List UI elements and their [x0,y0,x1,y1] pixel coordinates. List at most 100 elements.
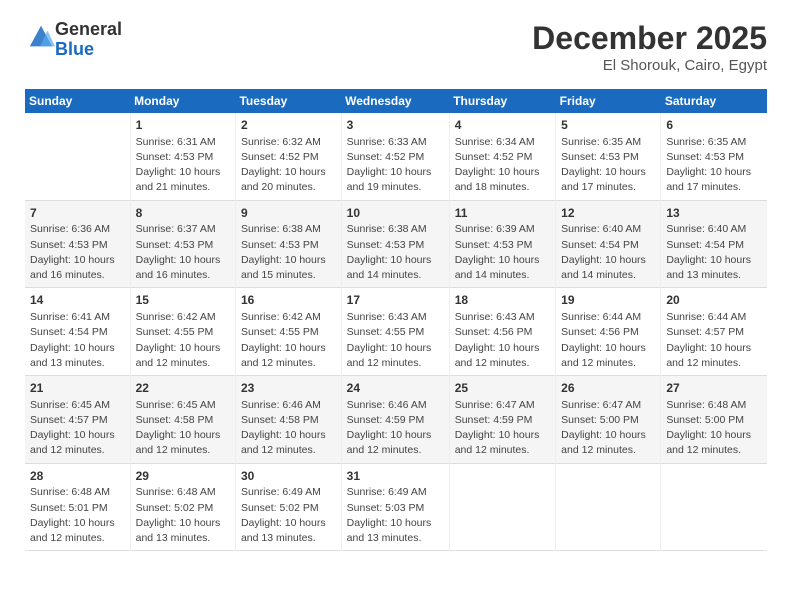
day-info: Sunrise: 6:49 AMSunset: 5:02 PMDaylight:… [241,485,336,546]
day-number: 2 [241,117,336,134]
day-number: 23 [241,380,336,397]
calendar-cell: 28Sunrise: 6:48 AMSunset: 5:01 PMDayligh… [25,463,130,551]
calendar-cell: 19Sunrise: 6:44 AMSunset: 4:56 PMDayligh… [556,288,661,376]
day-number: 13 [666,205,762,222]
day-number: 18 [455,292,550,309]
day-info: Sunrise: 6:34 AMSunset: 4:52 PMDaylight:… [455,135,550,196]
day-header-wednesday: Wednesday [341,89,449,113]
calendar-cell: 31Sunrise: 6:49 AMSunset: 5:03 PMDayligh… [341,463,449,551]
day-number: 22 [136,380,230,397]
day-info: Sunrise: 6:40 AMSunset: 4:54 PMDaylight:… [561,222,655,283]
calendar-cell: 10Sunrise: 6:38 AMSunset: 4:53 PMDayligh… [341,200,449,288]
day-info: Sunrise: 6:44 AMSunset: 4:56 PMDaylight:… [561,310,655,371]
logo-general: General [55,19,122,39]
day-header-monday: Monday [130,89,235,113]
day-number: 12 [561,205,655,222]
day-header-tuesday: Tuesday [235,89,341,113]
day-number: 27 [666,380,762,397]
day-number: 19 [561,292,655,309]
day-info: Sunrise: 6:47 AMSunset: 5:00 PMDaylight:… [561,398,655,459]
day-number: 10 [347,205,444,222]
calendar-cell: 11Sunrise: 6:39 AMSunset: 4:53 PMDayligh… [449,200,555,288]
day-info: Sunrise: 6:32 AMSunset: 4:52 PMDaylight:… [241,135,336,196]
day-info: Sunrise: 6:31 AMSunset: 4:53 PMDaylight:… [136,135,230,196]
day-header-saturday: Saturday [661,89,767,113]
calendar-cell: 17Sunrise: 6:43 AMSunset: 4:55 PMDayligh… [341,288,449,376]
calendar-cell: 12Sunrise: 6:40 AMSunset: 4:54 PMDayligh… [556,200,661,288]
day-number: 7 [30,205,125,222]
calendar-cell: 2Sunrise: 6:32 AMSunset: 4:52 PMDaylight… [235,113,341,200]
day-info: Sunrise: 6:49 AMSunset: 5:03 PMDaylight:… [347,485,444,546]
day-number: 5 [561,117,655,134]
day-info: Sunrise: 6:42 AMSunset: 4:55 PMDaylight:… [241,310,336,371]
location: El Shorouk, Cairo, Egypt [532,57,767,74]
day-info: Sunrise: 6:47 AMSunset: 4:59 PMDaylight:… [455,398,550,459]
calendar-cell: 15Sunrise: 6:42 AMSunset: 4:55 PMDayligh… [130,288,235,376]
day-number: 30 [241,468,336,485]
calendar-cell: 9Sunrise: 6:38 AMSunset: 4:53 PMDaylight… [235,200,341,288]
calendar-cell: 25Sunrise: 6:47 AMSunset: 4:59 PMDayligh… [449,376,555,464]
week-row-2: 7Sunrise: 6:36 AMSunset: 4:53 PMDaylight… [25,200,767,288]
day-number: 17 [347,292,444,309]
day-number: 9 [241,205,336,222]
day-info: Sunrise: 6:41 AMSunset: 4:54 PMDaylight:… [30,310,125,371]
calendar-cell: 3Sunrise: 6:33 AMSunset: 4:52 PMDaylight… [341,113,449,200]
calendar-header-row: SundayMondayTuesdayWednesdayThursdayFrid… [25,89,767,113]
day-number: 25 [455,380,550,397]
day-number: 26 [561,380,655,397]
calendar-cell: 27Sunrise: 6:48 AMSunset: 5:00 PMDayligh… [661,376,767,464]
calendar-cell: 5Sunrise: 6:35 AMSunset: 4:53 PMDaylight… [556,113,661,200]
calendar-cell: 29Sunrise: 6:48 AMSunset: 5:02 PMDayligh… [130,463,235,551]
day-info: Sunrise: 6:35 AMSunset: 4:53 PMDaylight:… [666,135,762,196]
day-info: Sunrise: 6:45 AMSunset: 4:58 PMDaylight:… [136,398,230,459]
week-row-5: 28Sunrise: 6:48 AMSunset: 5:01 PMDayligh… [25,463,767,551]
title-block: December 2025 El Shorouk, Cairo, Egypt [532,20,767,74]
day-info: Sunrise: 6:38 AMSunset: 4:53 PMDaylight:… [347,222,444,283]
calendar-cell: 30Sunrise: 6:49 AMSunset: 5:02 PMDayligh… [235,463,341,551]
day-number: 24 [347,380,444,397]
day-info: Sunrise: 6:44 AMSunset: 4:57 PMDaylight:… [666,310,762,371]
calendar-cell: 22Sunrise: 6:45 AMSunset: 4:58 PMDayligh… [130,376,235,464]
week-row-4: 21Sunrise: 6:45 AMSunset: 4:57 PMDayligh… [25,376,767,464]
calendar-cell: 20Sunrise: 6:44 AMSunset: 4:57 PMDayligh… [661,288,767,376]
day-number: 14 [30,292,125,309]
calendar-cell: 24Sunrise: 6:46 AMSunset: 4:59 PMDayligh… [341,376,449,464]
day-info: Sunrise: 6:43 AMSunset: 4:56 PMDaylight:… [455,310,550,371]
day-header-friday: Friday [556,89,661,113]
day-header-sunday: Sunday [25,89,130,113]
day-info: Sunrise: 6:40 AMSunset: 4:54 PMDaylight:… [666,222,762,283]
day-number: 21 [30,380,125,397]
calendar-cell [661,463,767,551]
day-info: Sunrise: 6:46 AMSunset: 4:58 PMDaylight:… [241,398,336,459]
day-info: Sunrise: 6:38 AMSunset: 4:53 PMDaylight:… [241,222,336,283]
day-info: Sunrise: 6:33 AMSunset: 4:52 PMDaylight:… [347,135,444,196]
day-info: Sunrise: 6:48 AMSunset: 5:00 PMDaylight:… [666,398,762,459]
logo: General Blue [25,20,122,60]
day-info: Sunrise: 6:48 AMSunset: 5:01 PMDaylight:… [30,485,125,546]
header: General Blue December 2025 El Shorouk, C… [25,20,767,74]
day-number: 8 [136,205,230,222]
day-info: Sunrise: 6:46 AMSunset: 4:59 PMDaylight:… [347,398,444,459]
day-info: Sunrise: 6:48 AMSunset: 5:02 PMDaylight:… [136,485,230,546]
calendar-cell: 7Sunrise: 6:36 AMSunset: 4:53 PMDaylight… [25,200,130,288]
day-number: 1 [136,117,230,134]
day-number: 29 [136,468,230,485]
calendar-cell: 1Sunrise: 6:31 AMSunset: 4:53 PMDaylight… [130,113,235,200]
day-number: 28 [30,468,125,485]
month-title: December 2025 [532,20,767,57]
day-info: Sunrise: 6:45 AMSunset: 4:57 PMDaylight:… [30,398,125,459]
calendar-cell: 4Sunrise: 6:34 AMSunset: 4:52 PMDaylight… [449,113,555,200]
week-row-1: 1Sunrise: 6:31 AMSunset: 4:53 PMDaylight… [25,113,767,200]
day-number: 15 [136,292,230,309]
day-info: Sunrise: 6:37 AMSunset: 4:53 PMDaylight:… [136,222,230,283]
calendar-cell [556,463,661,551]
day-info: Sunrise: 6:42 AMSunset: 4:55 PMDaylight:… [136,310,230,371]
day-number: 20 [666,292,762,309]
calendar-cell [25,113,130,200]
calendar-cell: 6Sunrise: 6:35 AMSunset: 4:53 PMDaylight… [661,113,767,200]
day-info: Sunrise: 6:35 AMSunset: 4:53 PMDaylight:… [561,135,655,196]
logo-text: General Blue [55,20,122,60]
calendar-cell [449,463,555,551]
logo-icon [27,23,55,51]
day-number: 3 [347,117,444,134]
